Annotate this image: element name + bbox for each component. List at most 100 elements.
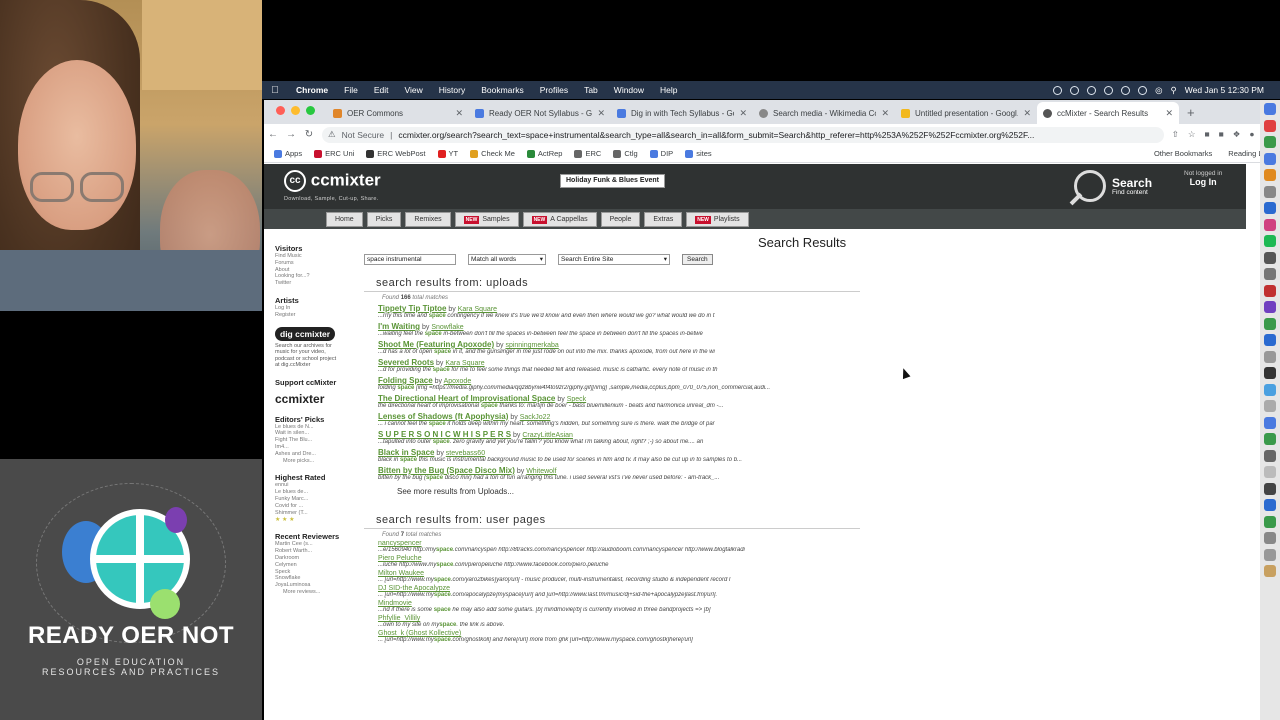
menu-tab[interactable]: Tab [576, 85, 606, 95]
menu-view[interactable]: View [396, 85, 430, 95]
dock-app-icon[interactable] [1264, 383, 1276, 396]
tab-dig-in-syllabus[interactable]: Dig in with Tech Syllabus - Go... ✕ [611, 102, 753, 124]
dock-app-icon[interactable] [1264, 251, 1276, 264]
close-tab-icon[interactable]: ✕ [881, 108, 889, 119]
result-artist-link[interactable]: SackJo22 [520, 414, 551, 421]
user-page-link[interactable]: DJ SID-the Apocalypze [378, 585, 924, 592]
result-title-link[interactable]: Shoot Me (Featuring Apoxode) [378, 340, 494, 349]
result-artist-link[interactable]: stevebass60 [446, 450, 485, 457]
dock-app-icon[interactable] [1264, 235, 1276, 247]
tab-untitled-presentation[interactable]: Untitled presentation - Googl... ✕ [895, 102, 1037, 124]
dock-app-icon[interactable] [1264, 317, 1276, 330]
sidebar-link[interactable]: Le blues de N... [275, 424, 355, 431]
menu-help[interactable]: Help [652, 85, 685, 95]
sidebar-link[interactable]: Speck [275, 569, 355, 576]
menu-file[interactable]: File [336, 85, 366, 95]
sidebar-link[interactable]: Twitter [275, 280, 355, 287]
dock-app-icon[interactable] [1264, 202, 1276, 214]
menu-edit[interactable]: Edit [366, 85, 397, 95]
login-link[interactable]: Log In [1184, 177, 1222, 187]
result-artist-link[interactable]: spinningmerkaba [505, 342, 558, 349]
result-title-link[interactable]: I'm Waiting [378, 322, 420, 331]
dock-app-icon[interactable] [1264, 136, 1276, 148]
result-artist-link[interactable]: Speck [567, 396, 586, 403]
search-scope-select[interactable]: Search Entire Site ▾ [558, 254, 670, 265]
sidebar-link[interactable]: Robert Warth... [275, 548, 355, 555]
result-title-link[interactable]: Black in Space [378, 448, 434, 457]
dock-app-icon[interactable] [1264, 284, 1276, 297]
nav-tab-remixes[interactable]: Remixes [405, 212, 451, 227]
reload-icon[interactable]: ↻ [300, 129, 318, 140]
bookmark-erc[interactable]: ERC [574, 149, 601, 158]
user-page-link[interactable]: Ghost_k (Ghost Kollective) [378, 630, 924, 637]
result-artist-link[interactable]: Kara Square [445, 360, 484, 367]
dock-app-icon[interactable] [1264, 185, 1276, 198]
nav-tab-people[interactable]: People [600, 212, 641, 227]
dock-app-icon[interactable] [1264, 466, 1276, 478]
result-title-link[interactable]: S U P E R S O N I C W H I S P E R S [378, 430, 511, 439]
search-input[interactable]: space instrumental [364, 254, 456, 265]
nav-tab-extras[interactable]: Extras [644, 212, 683, 227]
bookmark-star-icon[interactable]: ☆ [1188, 129, 1196, 140]
close-tab-icon[interactable]: ✕ [1165, 108, 1173, 119]
result-title-link[interactable]: Tippety Tip Tiptoe [378, 304, 446, 313]
dock-app-icon[interactable] [1264, 350, 1276, 363]
menu-app-chrome[interactable]: Chrome [288, 85, 336, 95]
user-page-link[interactable]: Mindmovie [378, 600, 924, 607]
dock-app-icon[interactable] [1264, 565, 1276, 577]
result-title-link[interactable]: Severed Roots [378, 358, 434, 367]
more-picks-link[interactable]: More picks... [275, 458, 355, 465]
dock-app-icon[interactable] [1264, 482, 1276, 495]
tab-ccmixter-search[interactable]: ccMixter - Search Results ✕ [1037, 102, 1179, 124]
dock-app-icon[interactable] [1264, 367, 1276, 379]
address-bar[interactable]: ⚠ Not Secure | ccmixter.org/search?searc… [322, 126, 1164, 143]
profile-avatar-icon[interactable]: ● [1249, 129, 1254, 140]
dock-app-icon[interactable] [1264, 532, 1276, 544]
bookmark-sites[interactable]: sites [685, 149, 712, 158]
minimize-window-icon[interactable] [291, 106, 300, 115]
status-icon[interactable] [1053, 85, 1063, 95]
result-artist-link[interactable]: Snowflake [431, 324, 463, 331]
sidebar-link[interactable]: JoyaLuminosa [275, 582, 355, 589]
nav-tab-picks[interactable]: Picks [366, 212, 402, 227]
nav-tab-a-cappellas[interactable]: NEW A Cappellas [522, 212, 597, 227]
sidebar-link[interactable]: Le blues de... [275, 489, 355, 496]
tab-wikimedia-search[interactable]: Search media - Wikimedia Co... ✕ [753, 102, 895, 124]
dock-app-icon[interactable] [1264, 499, 1276, 511]
status-icon[interactable] [1104, 85, 1114, 95]
close-tab-icon[interactable]: ✕ [597, 108, 605, 119]
puzzle-extensions-icon[interactable]: ❖ [1233, 129, 1241, 140]
dock-app-icon[interactable] [1264, 119, 1276, 132]
menu-window[interactable]: Window [606, 85, 652, 95]
sidebar-link[interactable]: Register [275, 312, 355, 319]
menubar-datetime[interactable]: Wed Jan 5 12:30 PM [1185, 85, 1264, 95]
see-more-uploads-link[interactable]: See more results from Uploads... [364, 487, 924, 496]
dig-ccmixter-logo[interactable]: dig ccmixter [275, 326, 336, 341]
dock-app-icon[interactable] [1264, 218, 1276, 231]
sidebar-link[interactable]: ennui [275, 482, 355, 489]
result-title-link[interactable]: Lenses of Shadows (ft Apophysia) [378, 412, 508, 421]
result-artist-link[interactable]: Kara Square [458, 306, 497, 313]
ccmixter-logo[interactable]: cc ccmixter [284, 170, 381, 192]
dock-app-icon[interactable] [1264, 268, 1276, 280]
zoom-window-icon[interactable] [306, 106, 315, 115]
support-ccmixter-logo[interactable]: ccmixter [275, 392, 355, 406]
result-artist-link[interactable]: CrazyLittleAsian [522, 432, 573, 439]
more-reviews-link[interactable]: More reviews... [275, 589, 355, 596]
url-text[interactable]: ccmixter.org/search?search_text=space+in… [398, 130, 1034, 140]
bookmark-erc-uni[interactable]: ERC Uni [314, 149, 354, 158]
sidebar-link[interactable]: Looking for...? [275, 273, 355, 280]
status-icon[interactable] [1087, 85, 1097, 95]
tab-ready-oer-not-syllabus[interactable]: Ready OER Not Syllabus - Go... ✕ [469, 102, 611, 124]
dock-app-icon[interactable] [1264, 400, 1276, 412]
status-icon[interactable] [1070, 85, 1080, 95]
menu-history[interactable]: History [431, 85, 473, 95]
result-artist-link[interactable]: Apoxode [444, 378, 472, 385]
apple-icon[interactable]:  [262, 85, 288, 96]
menu-profiles[interactable]: Profiles [532, 85, 576, 95]
forward-arrow-icon[interactable]: → [282, 129, 300, 140]
status-icon[interactable] [1138, 85, 1148, 95]
sidebar-link[interactable]: Find Music [275, 253, 355, 260]
result-title-link[interactable]: Bitten by the Bug (Space Disco Mix) [378, 466, 515, 475]
dock-app-icon[interactable] [1264, 449, 1276, 462]
